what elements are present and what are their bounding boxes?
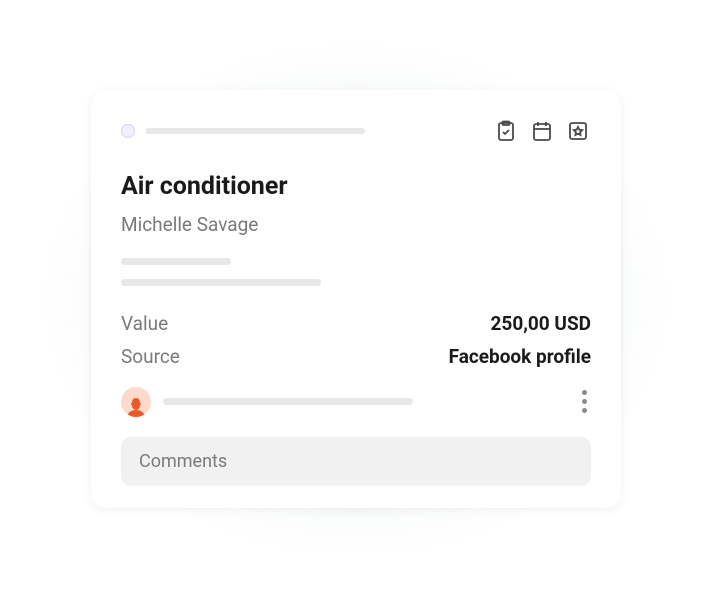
more-vertical-icon[interactable] (578, 386, 591, 417)
source-row: Source Facebook profile (121, 345, 591, 368)
value-amount: 250,00 USD (491, 312, 591, 335)
deal-card: Air conditioner Michelle Savage Value 25… (91, 90, 621, 508)
owner-avatar[interactable] (121, 387, 151, 417)
star-icon[interactable] (565, 118, 591, 144)
source-value: Facebook profile (449, 345, 591, 368)
clipboard-check-icon[interactable] (493, 118, 519, 144)
deal-title: Air conditioner (121, 172, 591, 201)
owner-name-placeholder (163, 398, 413, 405)
comments-placeholder: Comments (139, 451, 227, 472)
owner-row (121, 386, 591, 417)
value-row: Value 250,00 USD (121, 312, 591, 335)
title-placeholder-bar (145, 128, 365, 134)
value-label: Value (121, 312, 168, 335)
card-header-left (121, 124, 365, 138)
skeleton-line-long (121, 279, 321, 286)
owner-left (121, 387, 413, 417)
contact-name: Michelle Savage (121, 213, 591, 236)
card-action-icons (493, 118, 591, 144)
skeleton-lines (121, 258, 591, 286)
skeleton-line-short (121, 258, 231, 265)
status-indicator (121, 124, 135, 138)
comments-input[interactable]: Comments (121, 437, 591, 486)
calendar-icon[interactable] (529, 118, 555, 144)
card-header-row (121, 118, 591, 144)
source-label: Source (121, 345, 180, 368)
